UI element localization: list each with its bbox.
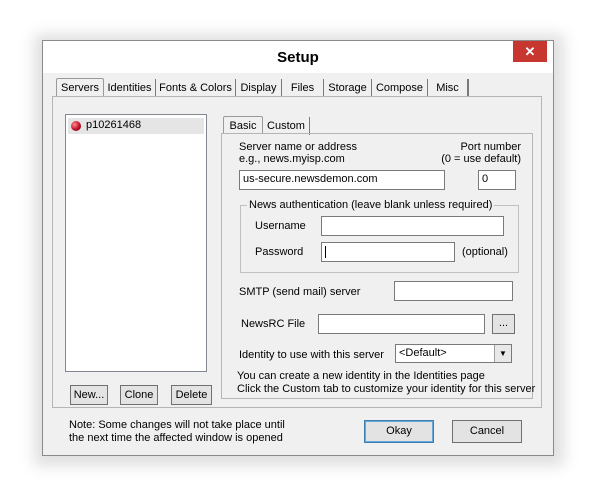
identity-selected-value: <Default> bbox=[399, 347, 447, 359]
window-title: Setup bbox=[277, 49, 319, 66]
tab-files[interactable]: Files bbox=[282, 79, 324, 97]
text-caret bbox=[325, 246, 326, 258]
okay-button[interactable]: Okay bbox=[364, 420, 434, 443]
new-server-button[interactable]: New... bbox=[70, 385, 108, 405]
info-line-2: Click the Custom tab to customize your i… bbox=[237, 383, 536, 395]
list-item[interactable]: p10261468 bbox=[68, 118, 204, 134]
info-line-1: You can create a new identity in the Ide… bbox=[237, 370, 485, 382]
close-icon: ✕ bbox=[524, 44, 536, 59]
password-label: Password bbox=[255, 246, 304, 258]
cancel-button[interactable]: Cancel bbox=[452, 420, 522, 443]
red-dot-icon bbox=[71, 121, 81, 131]
server-name: p10261468 bbox=[86, 119, 142, 131]
newsrc-label: NewsRC File bbox=[241, 318, 306, 330]
port-label: Port number bbox=[460, 141, 521, 153]
delete-server-button[interactable]: Delete bbox=[171, 385, 212, 405]
optional-label: (optional) bbox=[462, 246, 508, 258]
identity-label: Identity to use with this server bbox=[239, 349, 384, 361]
tab-row-end bbox=[468, 79, 469, 97]
smtp-label: SMTP (send mail) server bbox=[239, 286, 361, 298]
chevron-down-icon[interactable]: ▼ bbox=[494, 345, 511, 362]
server-name-input[interactable]: us-secure.newsdemon.com bbox=[239, 170, 445, 190]
clone-server-button[interactable]: Clone bbox=[120, 385, 158, 405]
tab-display[interactable]: Display bbox=[236, 79, 282, 97]
newsrc-input[interactable] bbox=[318, 314, 485, 334]
port-hint-label: (0 = use default) bbox=[441, 153, 521, 165]
subtab-basic[interactable]: Basic bbox=[223, 116, 263, 134]
tab-servers[interactable]: Servers bbox=[56, 78, 104, 96]
setup-dialog: Setup ✕ Servers Identities Fonts & Color… bbox=[42, 40, 554, 456]
smtp-input[interactable] bbox=[394, 281, 513, 301]
tab-fonts-colors[interactable]: Fonts & Colors bbox=[156, 79, 236, 97]
server-list[interactable]: p10261468 bbox=[65, 114, 207, 372]
auth-group-label: News authentication (leave blank unless … bbox=[247, 199, 495, 211]
tab-compose[interactable]: Compose bbox=[372, 79, 428, 97]
tab-misc[interactable]: Misc bbox=[428, 79, 468, 97]
port-input[interactable]: 0 bbox=[478, 170, 516, 190]
tab-identities[interactable]: Identities bbox=[104, 79, 156, 97]
note-line-1: Note: Some changes will not take place u… bbox=[69, 419, 285, 431]
identity-select[interactable]: <Default> ▼ bbox=[395, 344, 512, 363]
server-name-label: Server name or address bbox=[239, 141, 357, 153]
title-bar: Setup ✕ bbox=[43, 41, 553, 73]
tab-storage[interactable]: Storage bbox=[324, 79, 372, 97]
server-example-label: e.g., news.myisp.com bbox=[239, 153, 345, 165]
note-line-2: the next time the affected window is ope… bbox=[69, 432, 283, 444]
close-button[interactable]: ✕ bbox=[513, 41, 547, 62]
username-label: Username bbox=[255, 220, 306, 232]
username-input[interactable] bbox=[321, 216, 504, 236]
newsrc-browse-button[interactable]: ... bbox=[492, 314, 515, 334]
password-input[interactable] bbox=[321, 242, 455, 262]
